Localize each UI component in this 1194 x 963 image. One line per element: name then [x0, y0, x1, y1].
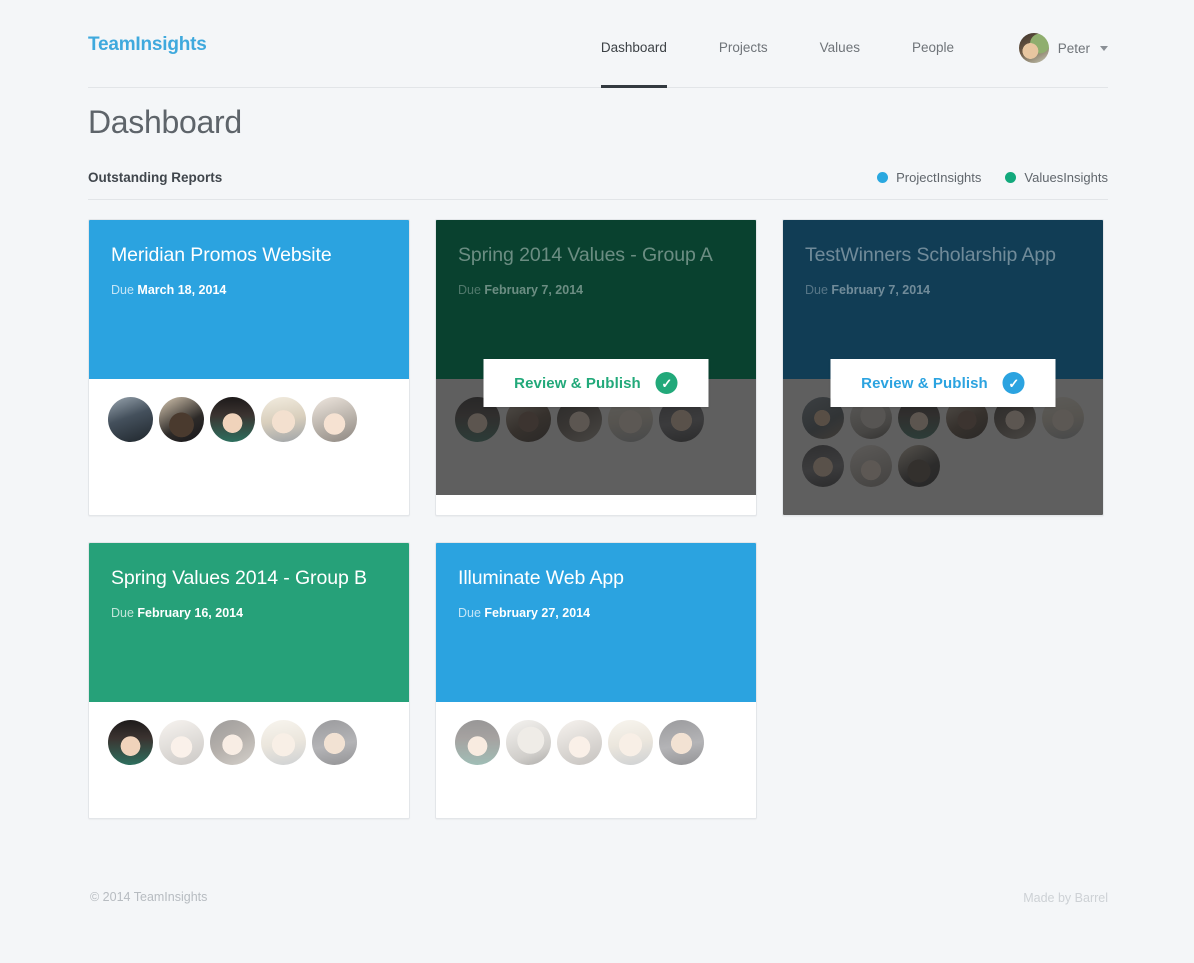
reports-grid: Meridian Promos Website Due March 18, 20… — [88, 219, 1108, 819]
user-menu[interactable]: Peter — [1018, 33, 1108, 63]
avatar[interactable] — [608, 720, 653, 765]
legend-label: ValuesInsights — [1024, 170, 1108, 185]
due-prefix: Due — [111, 283, 134, 298]
report-card-members — [436, 702, 756, 818]
report-card-title: Illuminate Web App — [458, 567, 624, 589]
report-card[interactable]: TestWinners Scholarship App Due February… — [782, 219, 1104, 516]
report-card-header: Spring 2014 Values - Group A Due Februar… — [436, 220, 756, 407]
report-card-title: Spring Values 2014 - Group B — [111, 567, 367, 589]
report-card-header: TestWinners Scholarship App Due February… — [783, 220, 1103, 407]
report-card-members — [89, 379, 409, 495]
avatar[interactable] — [210, 397, 255, 442]
report-card-due: Due February 16, 2014 — [111, 606, 387, 620]
legend-dot-icon — [1005, 172, 1017, 183]
avatar[interactable] — [159, 397, 204, 442]
avatar[interactable] — [312, 720, 357, 765]
avatar[interactable] — [455, 720, 500, 765]
report-card-due: Due February 7, 2014 — [805, 283, 1081, 297]
check-circle-icon: ✓ — [1002, 372, 1025, 394]
due-date: February 7, 2014 — [831, 283, 931, 298]
due-prefix: Due — [805, 283, 828, 298]
report-card-due: Due February 7, 2014 — [458, 283, 734, 297]
main-nav: Dashboard Projects Values People — [575, 0, 980, 88]
review-and-publish-button[interactable]: Review & Publish ✓ — [483, 359, 709, 407]
report-card-header: Meridian Promos Website Due March 18, 20… — [89, 220, 409, 379]
due-prefix: Due — [458, 283, 481, 298]
due-date: February 27, 2014 — [484, 606, 591, 621]
avatar[interactable] — [108, 720, 153, 765]
section-heading: Outstanding Reports — [88, 170, 223, 185]
avatar[interactable] — [261, 397, 306, 442]
avatar-row — [108, 720, 390, 771]
user-menu-label: Peter — [1057, 40, 1090, 56]
avatar — [1018, 33, 1049, 63]
brand-logo[interactable]: TeamInsights — [88, 34, 207, 56]
dashboard-page: TeamInsights Dashboard Projects Values P… — [0, 0, 1194, 963]
avatar-row — [802, 397, 1084, 493]
due-date: March 18, 2014 — [137, 283, 227, 298]
report-card[interactable]: Spring 2014 Values - Group A Due Februar… — [435, 219, 757, 516]
review-and-publish-button[interactable]: Review & Publish ✓ — [830, 359, 1056, 407]
report-card-due: Due March 18, 2014 — [111, 283, 387, 297]
avatar[interactable] — [210, 720, 255, 765]
avatar[interactable] — [506, 720, 551, 765]
chevron-down-icon — [1100, 45, 1108, 51]
review-and-publish-label: Review & Publish — [514, 374, 641, 392]
avatar[interactable] — [108, 397, 153, 442]
report-card-title: TestWinners Scholarship App — [805, 244, 1056, 266]
due-date: February 16, 2014 — [137, 606, 244, 621]
legend: ProjectInsights ValuesInsights — [877, 170, 1108, 185]
report-card-title: Meridian Promos Website — [111, 244, 332, 266]
avatar[interactable] — [557, 720, 602, 765]
avatar[interactable] — [261, 720, 306, 765]
avatar[interactable] — [898, 445, 940, 487]
legend-item-valuesinsights[interactable]: ValuesInsights — [1005, 170, 1108, 185]
avatar[interactable] — [659, 720, 704, 765]
report-card-header: Spring Values 2014 - Group B Due Februar… — [89, 543, 409, 702]
footer-copyright: © 2014 TeamInsights — [90, 890, 208, 904]
check-circle-icon: ✓ — [655, 372, 678, 394]
site-header: TeamInsights Dashboard Projects Values P… — [0, 0, 1194, 88]
page-title: Dashboard — [88, 104, 242, 140]
review-and-publish-label: Review & Publish — [861, 374, 988, 392]
section-bar: Outstanding Reports ProjectInsights Valu… — [88, 162, 1108, 200]
report-card[interactable]: Illuminate Web App Due February 27, 2014 — [435, 542, 757, 819]
avatar-row — [108, 397, 390, 448]
report-card-title: Spring 2014 Values - Group A — [458, 244, 713, 266]
report-card-due: Due February 27, 2014 — [458, 606, 734, 620]
legend-dot-icon — [877, 172, 889, 183]
due-prefix: Due — [458, 606, 481, 621]
header-inner: TeamInsights Dashboard Projects Values P… — [88, 0, 1108, 88]
nav-item-values[interactable]: Values — [794, 0, 886, 88]
due-date: February 7, 2014 — [484, 283, 584, 298]
legend-label: ProjectInsights — [896, 170, 982, 185]
nav-item-people[interactable]: People — [886, 0, 980, 88]
report-card-members — [89, 702, 409, 818]
report-card[interactable]: Meridian Promos Website Due March 18, 20… — [88, 219, 410, 516]
due-prefix: Due — [111, 606, 134, 621]
avatar-row — [455, 720, 737, 771]
avatar[interactable] — [312, 397, 357, 442]
avatar[interactable] — [802, 445, 844, 487]
avatar[interactable] — [159, 720, 204, 765]
site-footer: © 2014 TeamInsights Made by Barrel — [88, 880, 1108, 920]
nav-item-dashboard[interactable]: Dashboard — [575, 0, 693, 88]
report-card-header: Illuminate Web App Due February 27, 2014 — [436, 543, 756, 702]
legend-item-projectinsights[interactable]: ProjectInsights — [877, 170, 981, 185]
footer-credit: Made by Barrel — [1023, 891, 1108, 905]
report-card[interactable]: Spring Values 2014 - Group B Due Februar… — [88, 542, 410, 819]
nav-item-projects[interactable]: Projects — [693, 0, 794, 88]
avatar[interactable] — [850, 445, 892, 487]
